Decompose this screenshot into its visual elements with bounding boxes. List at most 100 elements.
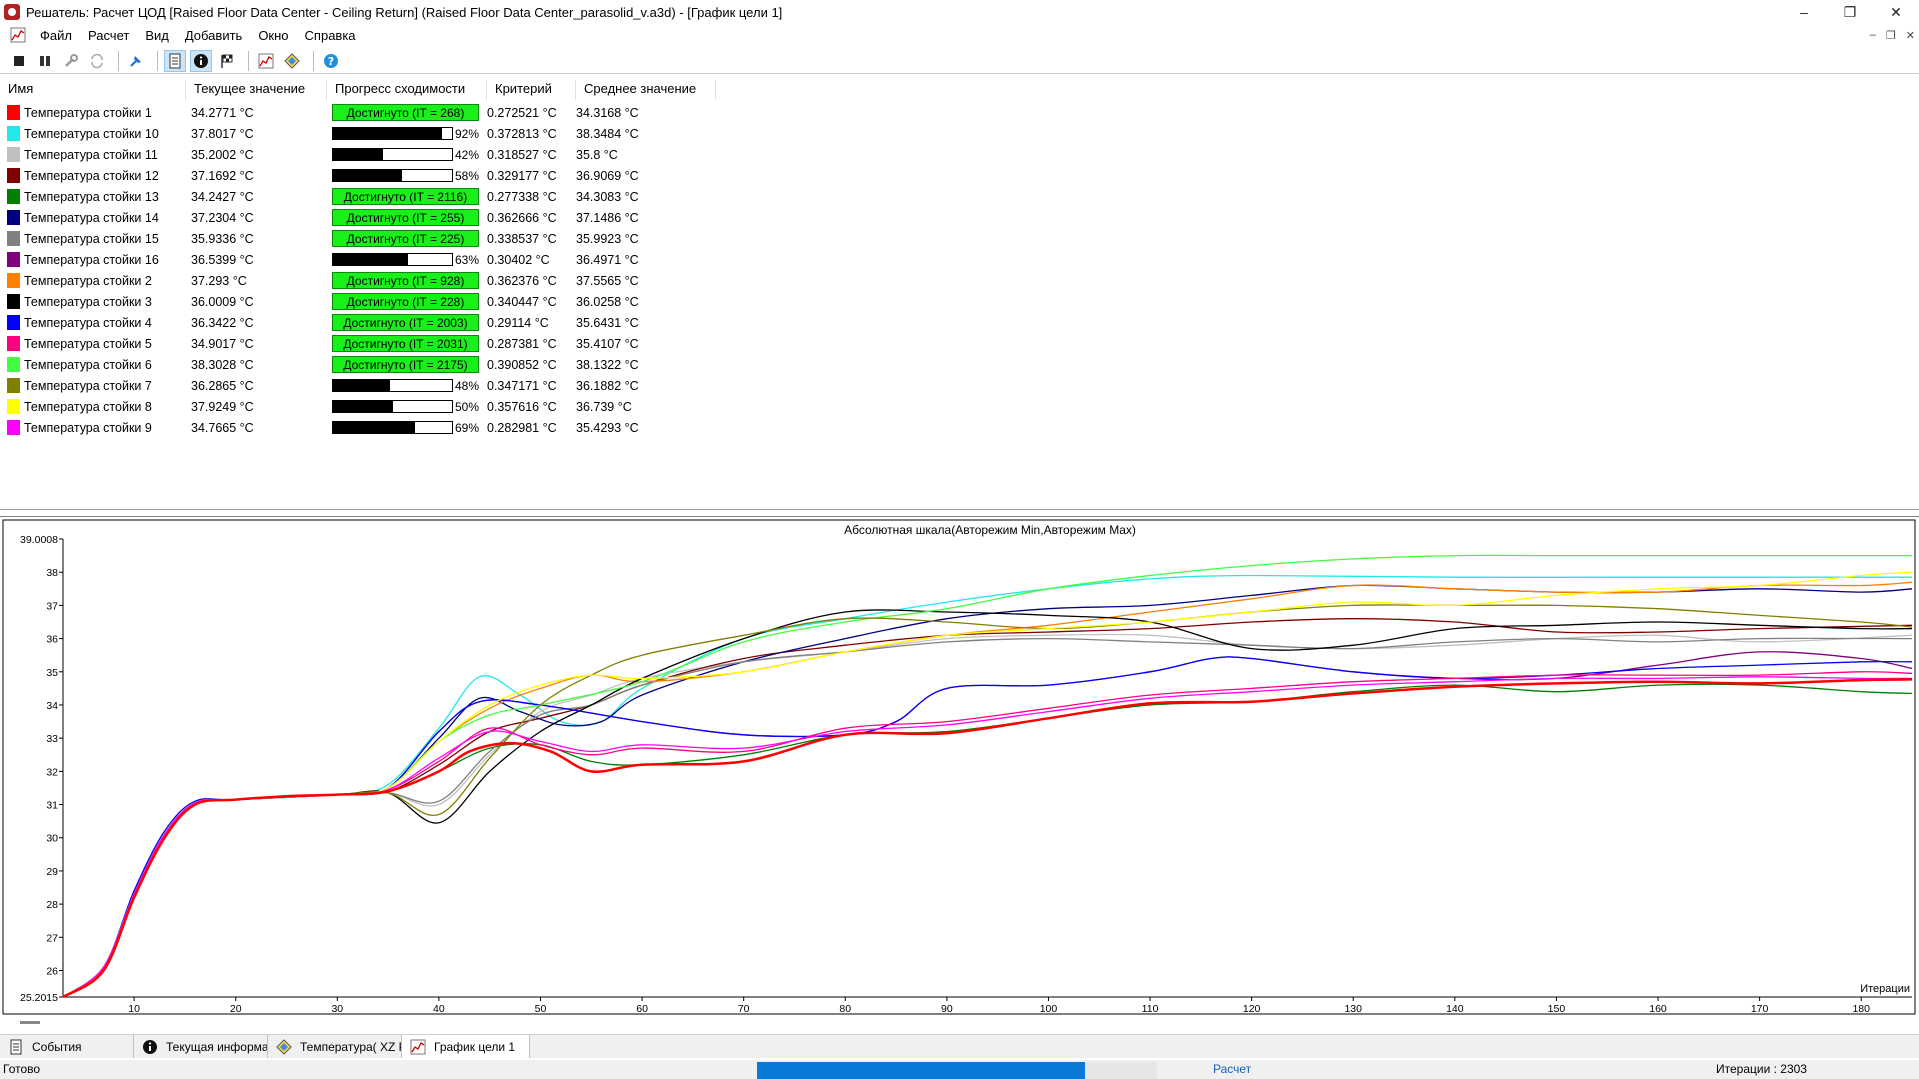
cell-progress: 92%	[327, 127, 487, 141]
mdi-restore-button[interactable]: ❐	[1886, 29, 1896, 42]
y-tick-label: 34	[46, 700, 58, 712]
cell-current: 37.8017 °C	[191, 126, 254, 141]
y-tick-label: 26	[46, 965, 58, 977]
table-row[interactable]: Температура стойки 3 36.0009 °C Достигнуто…	[0, 291, 716, 312]
menu-file[interactable]: Файл	[32, 28, 80, 43]
diagram-icon[interactable]	[281, 50, 303, 72]
tab-current-info[interactable]: Текущая информац	[134, 1035, 268, 1058]
cell-average: 34.3083 °C	[576, 189, 639, 204]
help-icon[interactable]: ?	[320, 50, 342, 72]
table-row[interactable]: Температура стойки 11 35.2002 °C 42% 0.3185…	[0, 144, 716, 165]
rack-name: Температура стойки 10	[24, 126, 159, 141]
convergence-progress-fill	[333, 422, 416, 433]
table-row[interactable]: Температура стойки 8 37.9249 °C 50% 0.35761…	[0, 396, 716, 417]
cell-average: 36.4971 °C	[576, 252, 639, 267]
cell-criterion: 0.362666 °C	[487, 210, 557, 225]
pin-icon[interactable]	[125, 50, 147, 72]
table-row[interactable]: Температура стойки 7 36.2865 °C 48% 0.34717…	[0, 375, 716, 396]
header-progress[interactable]: Прогресс сходимости	[327, 80, 487, 100]
header-current[interactable]: Текущее значение	[186, 80, 327, 100]
stop-icon[interactable]	[8, 50, 30, 72]
header-criterion[interactable]: Критерий	[487, 80, 576, 100]
series-color-swatch	[7, 189, 20, 204]
series-color-swatch	[7, 378, 20, 393]
y-tick-label: 27	[46, 932, 58, 944]
maximize-button[interactable]: ❐	[1827, 0, 1873, 24]
temperature-icon	[276, 1038, 292, 1055]
table-row[interactable]: Температура стойки 14 37.2304 °C Достигнут…	[0, 207, 716, 228]
convergence-progress-bar	[332, 421, 453, 434]
solver-menu-icon[interactable]	[10, 27, 26, 43]
series-color-swatch	[7, 294, 20, 309]
table-row[interactable]: Температура стойки 10 37.8017 °C 92% 0.3728…	[0, 123, 716, 144]
convergence-percent: 48%	[455, 378, 480, 393]
table-row[interactable]: Температура стойки 9 34.7665 °C 69% 0.28298…	[0, 417, 716, 438]
menu-add[interactable]: Добавить	[177, 28, 250, 43]
chart-icon[interactable]	[255, 50, 277, 72]
document-icon[interactable]	[164, 49, 186, 72]
convergence-progress-bar	[332, 127, 453, 140]
refresh-icon[interactable]	[86, 50, 108, 72]
rack-name: Температура стойки 7	[24, 378, 152, 393]
tab-events[interactable]: События	[0, 1035, 134, 1058]
tab-temperature[interactable]: Температура( XZ P	[268, 1035, 402, 1058]
wrench-icon[interactable]	[60, 50, 82, 72]
table-row[interactable]: Температура стойки 5 34.9017 °C Достигнуто…	[0, 333, 716, 354]
tab-goal-chart[interactable]: График цели 1	[402, 1035, 530, 1058]
cell-progress: Достигнуто (IT = 2175)	[327, 356, 487, 373]
mdi-close-button[interactable]: ✕	[1906, 29, 1915, 42]
x-tick-label: 70	[738, 1003, 750, 1015]
menu-calc[interactable]: Расчет	[80, 28, 137, 43]
mdi-minimize-button[interactable]: –	[1870, 29, 1876, 41]
table-row[interactable]: Температура стойки 12 37.1692 °C 58% 0.3291…	[0, 165, 716, 186]
x-tick-label: 40	[433, 1003, 445, 1015]
cell-average: 37.5565 °C	[576, 273, 639, 288]
header-name[interactable]: Имя	[0, 80, 186, 100]
x-tick-label: 150	[1548, 1003, 1566, 1015]
reached-badge: Достигнуто (IT = 255)	[332, 209, 479, 226]
table-row[interactable]: Температура стойки 6 38.3028 °C Достигнуто…	[0, 354, 716, 375]
cell-name: Температура стойки 1	[0, 105, 186, 120]
y-tick-label: 29	[46, 866, 58, 878]
table-row[interactable]: Температура стойки 4 36.3422 °C Достигнуто…	[0, 312, 716, 333]
menu-window[interactable]: Окно	[250, 28, 296, 43]
table-row[interactable]: Температура стойки 13 34.2427 °C Достигнут…	[0, 186, 716, 207]
header-average[interactable]: Среднее значение	[576, 80, 716, 100]
menu-help[interactable]: Справка	[297, 28, 364, 43]
minimize-button[interactable]: –	[1781, 0, 1827, 24]
toolbar-separator	[313, 50, 314, 71]
x-axis-label: Итерации	[1860, 983, 1910, 995]
flag-icon[interactable]	[216, 50, 238, 72]
convergence-progress-bar	[332, 253, 453, 266]
series-color-swatch	[7, 168, 20, 183]
x-tick-label: 160	[1649, 1003, 1667, 1015]
close-button[interactable]: ✕	[1873, 0, 1919, 24]
pause-icon[interactable]	[34, 50, 56, 72]
cell-name: Температура стойки 13	[0, 189, 186, 204]
scroll-handle[interactable]	[20, 1021, 40, 1024]
convergence-progress-bar	[332, 169, 453, 182]
reached-badge: Достигнуто (IT = 928)	[332, 272, 479, 289]
table-row[interactable]: Температура стойки 15 35.9336 °C Достигнут…	[0, 228, 716, 249]
rack-name: Температура стойки 8	[24, 399, 152, 414]
info-icon[interactable]	[190, 49, 212, 72]
cell-criterion: 0.287381 °C	[487, 336, 557, 351]
convergence-progress-fill	[333, 128, 443, 139]
cell-progress: Достигнуто (IT = 2031)	[327, 335, 487, 352]
cell-name: Температура стойки 8	[0, 399, 186, 414]
convergence-percent: 58%	[455, 168, 480, 183]
toolbar-separator	[157, 50, 158, 71]
table-row[interactable]: Температура стойки 16 36.5399 °C 63% 0.3040…	[0, 249, 716, 270]
table-row[interactable]: Температура стойки 1 34.2771 °C Достигнуто…	[0, 102, 716, 123]
menu-view[interactable]: Вид	[137, 28, 177, 43]
x-tick-label: 20	[230, 1003, 242, 1015]
calc-progress-bar	[757, 1062, 1157, 1079]
tab-temperature-label: Температура( XZ P	[300, 1039, 402, 1054]
cell-current: 38.3028 °C	[191, 357, 254, 372]
rack-name: Температура стойки 13	[24, 189, 159, 204]
table-row[interactable]: Температура стойки 2 37.293 °C Достигнуто …	[0, 270, 716, 291]
title-bar: Решатель: Расчет ЦОД [Raised Floor Data …	[0, 0, 1919, 24]
toolbar-separator	[248, 50, 249, 71]
cell-average: 35.9923 °C	[576, 231, 639, 246]
window-title: Решатель: Расчет ЦОД [Raised Floor Data …	[26, 4, 783, 20]
